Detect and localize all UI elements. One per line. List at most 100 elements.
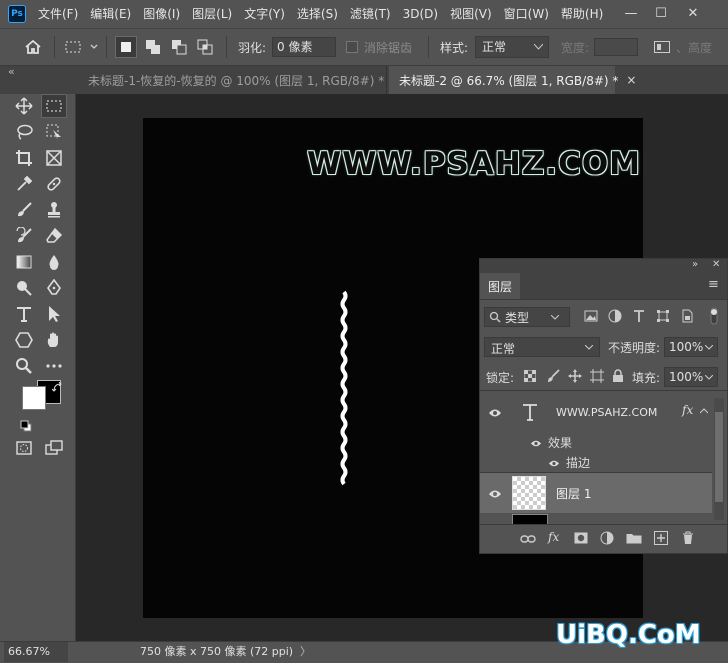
lock-all-icon[interactable]: [612, 369, 624, 386]
hand-tool-icon[interactable]: [41, 328, 67, 352]
fill-input[interactable]: 100%: [664, 367, 718, 387]
link-layers-icon[interactable]: [520, 533, 536, 548]
close-tab-icon[interactable]: ×: [626, 73, 636, 87]
intersect-selection-icon[interactable]: [194, 29, 216, 65]
history-brush-tool-icon[interactable]: [11, 224, 37, 248]
menu-view[interactable]: 视图(V): [444, 0, 498, 28]
type-tool-icon[interactable]: [11, 302, 37, 326]
filter-toggle[interactable]: [710, 307, 718, 325]
frame-tool-icon[interactable]: [41, 146, 67, 170]
layer-row-text[interactable]: WWW.PSAHZ.COM fx: [480, 398, 712, 430]
visibility-eye-icon[interactable]: [488, 488, 502, 502]
menu-filter[interactable]: 滤镜(T): [344, 0, 397, 28]
pen-tool-icon[interactable]: [41, 276, 67, 300]
home-icon[interactable]: [20, 29, 46, 65]
default-colors-icon[interactable]: [20, 420, 32, 432]
layer-list-scrollbar[interactable]: [714, 398, 724, 520]
filter-type-icon[interactable]: [632, 309, 646, 326]
menu-type[interactable]: 文字(Y): [238, 0, 291, 28]
status-menu-arrow[interactable]: 〉: [300, 642, 311, 662]
more-tools-icon[interactable]: [41, 354, 67, 378]
object-selection-tool-icon[interactable]: [41, 120, 67, 144]
quick-mask-icon[interactable]: [11, 436, 37, 460]
style-select[interactable]: 正常: [475, 36, 549, 58]
spot-healing-brush-icon[interactable]: [41, 172, 67, 196]
lasso-tool-icon[interactable]: [11, 120, 37, 144]
scrollbar-thumb[interactable]: [715, 412, 723, 502]
antialias-checkbox[interactable]: 消除锯齿: [346, 29, 412, 65]
chevron-down-icon: [705, 345, 713, 350]
gradient-tool-icon[interactable]: [11, 250, 37, 274]
close-panel-icon[interactable]: ✕: [712, 259, 720, 270]
crop-tool-icon[interactable]: [11, 146, 37, 170]
menu-select[interactable]: 选择(S): [291, 0, 344, 28]
maximize-button[interactable]: ☐: [648, 4, 674, 22]
close-window-button[interactable]: ✕: [680, 4, 706, 22]
filter-smart-object-icon[interactable]: [680, 309, 694, 326]
add-mask-icon[interactable]: [574, 532, 588, 547]
rectangular-marquee-tool-icon[interactable]: [41, 94, 67, 118]
delete-layer-icon[interactable]: [682, 531, 694, 548]
zoom-level[interactable]: 66.67%: [4, 642, 68, 662]
add-layer-style-icon[interactable]: fx: [548, 530, 559, 544]
width-input[interactable]: [594, 38, 638, 56]
lock-position-icon[interactable]: [568, 369, 582, 386]
blend-mode-select[interactable]: 正常: [484, 337, 600, 357]
path-selection-tool-icon[interactable]: [41, 302, 67, 326]
eyedropper-tool-icon[interactable]: [11, 172, 37, 196]
fx-badge[interactable]: fx: [682, 403, 693, 417]
move-tool-icon[interactable]: [11, 94, 37, 118]
visibility-eye-icon[interactable]: [548, 457, 560, 471]
filter-pixel-icon[interactable]: [584, 309, 598, 326]
tab-document-1[interactable]: 未标题-1-恢复的-恢复的 @ 100% (图层 1, RGB/8#) * ×: [78, 66, 402, 94]
new-selection-icon[interactable]: [114, 29, 138, 65]
dodge-tool-icon[interactable]: [11, 276, 37, 300]
visibility-eye-icon[interactable]: [488, 407, 502, 421]
new-layer-icon[interactable]: [654, 531, 668, 548]
new-group-icon[interactable]: [626, 532, 642, 547]
opacity-input[interactable]: 100%: [664, 337, 718, 357]
collapse-panel-icon[interactable]: «: [8, 65, 15, 78]
minimize-button[interactable]: —: [618, 4, 644, 22]
shape-tool-icon[interactable]: [11, 328, 37, 352]
visibility-eye-icon[interactable]: [530, 437, 542, 451]
swap-colors-icon[interactable]: [51, 381, 64, 394]
layer-list: WWW.PSAHZ.COM fx 效果 描边 图层 1: [480, 390, 727, 524]
clone-stamp-tool-icon[interactable]: [41, 198, 67, 222]
lock-image-pixels-icon[interactable]: [546, 369, 560, 386]
brush-tool-icon[interactable]: [11, 198, 37, 222]
menu-file[interactable]: 文件(F): [32, 0, 84, 28]
zoom-tool-icon[interactable]: [11, 354, 37, 378]
menu-layer[interactable]: 图层(L): [186, 0, 238, 28]
feather-input[interactable]: 0 像素: [272, 37, 336, 57]
new-adjustment-layer-icon[interactable]: [600, 531, 614, 548]
subtract-selection-icon[interactable]: [168, 29, 190, 65]
menu-edit[interactable]: 编辑(E): [84, 0, 137, 28]
effect-stroke-row[interactable]: 描边: [480, 452, 712, 472]
tab-title: 未标题-2 @ 66.7% (图层 1, RGB/8#) *: [399, 73, 619, 88]
menu-3d[interactable]: 3D(D): [397, 0, 444, 28]
tab-document-2[interactable]: 未标题-2 @ 66.7% (图层 1, RGB/8#) * ×: [389, 66, 636, 94]
lock-transparent-pixels-icon[interactable]: [523, 369, 537, 385]
collapse-panel-icon[interactable]: »: [692, 259, 698, 270]
menu-window[interactable]: 窗口(W): [498, 0, 555, 28]
layer-row-pixel[interactable]: 图层 1: [480, 472, 712, 513]
tab-layers[interactable]: 图层: [480, 273, 520, 299]
screen-mode-icon[interactable]: [41, 436, 67, 460]
blur-tool-icon[interactable]: [41, 250, 67, 274]
layer-filter-value: 类型: [505, 310, 530, 325]
filter-shape-icon[interactable]: [656, 309, 670, 326]
add-selection-icon[interactable]: [142, 29, 164, 65]
swap-dimensions-icon[interactable]: [652, 29, 672, 65]
layer-filter-select[interactable]: 类型: [484, 307, 570, 327]
layer-effects-row[interactable]: 效果: [480, 432, 712, 452]
marquee-preset-icon[interactable]: [62, 29, 102, 65]
filter-adjustment-icon[interactable]: [608, 309, 622, 326]
lock-artboard-icon[interactable]: [590, 369, 604, 386]
menu-image[interactable]: 图像(I): [137, 0, 186, 28]
eraser-tool-icon[interactable]: [41, 224, 67, 248]
stroke-effect-label: 描边: [566, 456, 591, 470]
foreground-color-swatch[interactable]: [22, 386, 46, 410]
panel-menu-icon[interactable]: ≡: [708, 277, 719, 292]
menu-help[interactable]: 帮助(H): [555, 0, 609, 28]
